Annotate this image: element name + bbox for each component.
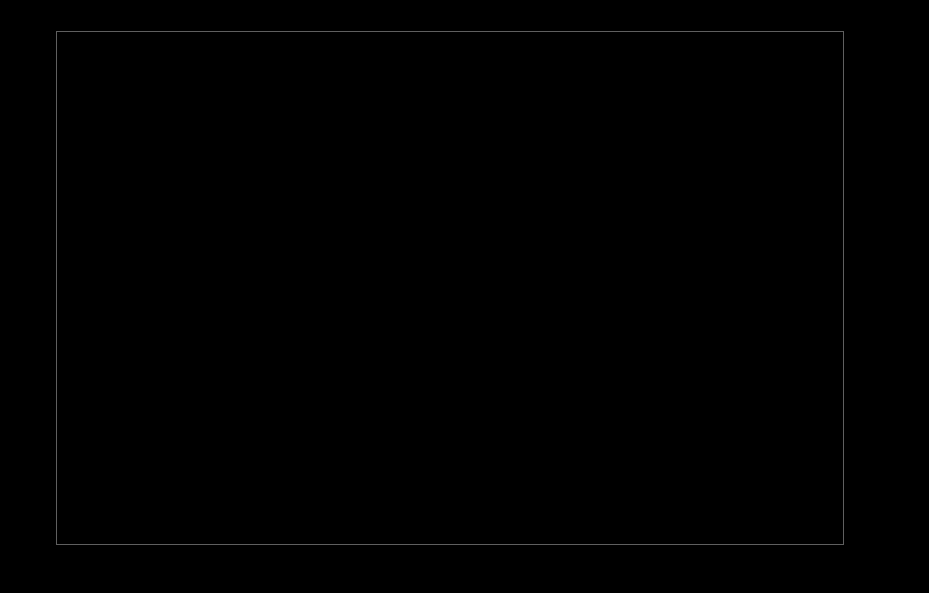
spectrogram-figure xyxy=(0,0,929,593)
colorbar-gradient xyxy=(879,88,893,485)
channel-1-spectrogram-canvas xyxy=(57,32,843,287)
channel-2-spectrogram-canvas xyxy=(57,289,843,544)
plot-area xyxy=(56,31,844,545)
